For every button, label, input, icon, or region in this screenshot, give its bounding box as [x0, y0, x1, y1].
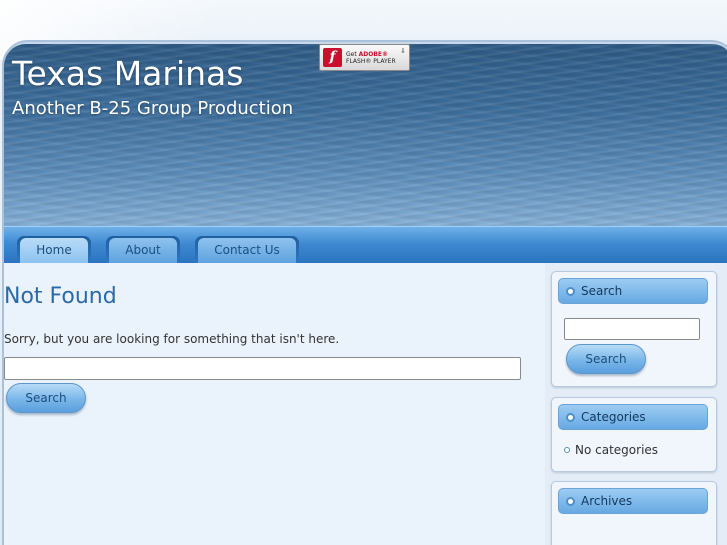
category-label: No categories [575, 443, 659, 457]
tab-contact-us[interactable]: Contact Us [195, 236, 299, 263]
tab-home-label: Home [20, 238, 88, 263]
flash-badge-text: Get ADOBE® FLASH® PLAYER [346, 51, 396, 65]
tab-home[interactable]: Home [17, 236, 91, 263]
sidebar-search-input[interactable] [564, 318, 700, 340]
sidebar-search-button[interactable]: Search [566, 344, 646, 374]
bullet-icon [566, 496, 575, 506]
archives-widget-title: Archives [581, 494, 633, 508]
list-item: No categories [564, 443, 658, 457]
search-widget-title: Search [581, 284, 623, 298]
bullet-icon [566, 286, 575, 296]
tab-contact-us-label: Contact Us [198, 238, 296, 263]
flash-badge-line1-prefix: Get [346, 50, 359, 58]
archives-widget-header: Archives [558, 488, 708, 514]
flash-badge-line2: FLASH® PLAYER [346, 57, 396, 65]
tab-about[interactable]: About [106, 236, 180, 263]
get-flash-player-badge[interactable]: f Get ADOBE® FLASH® PLAYER ⇓ [319, 44, 410, 71]
site-title[interactable]: Texas Marinas [12, 54, 243, 93]
site-tagline: Another B-25 Group Production [12, 98, 294, 119]
categories-widget-title: Categories [581, 410, 646, 424]
search-widget-header: Search [558, 278, 708, 304]
list-bullet-icon [564, 447, 570, 453]
flash-badge-brand: ADOBE® [358, 50, 389, 58]
page-title: Not Found [4, 284, 117, 309]
categories-widget-header: Categories [558, 404, 708, 430]
not-found-message: Sorry, but you are looking for something… [4, 332, 340, 346]
bullet-icon [566, 412, 575, 422]
search-input[interactable] [4, 357, 521, 380]
flash-player-icon: f [323, 48, 342, 67]
tab-about-label: About [109, 238, 177, 263]
download-arrow-icon: ⇓ [400, 47, 406, 55]
search-button[interactable]: Search [6, 383, 86, 413]
